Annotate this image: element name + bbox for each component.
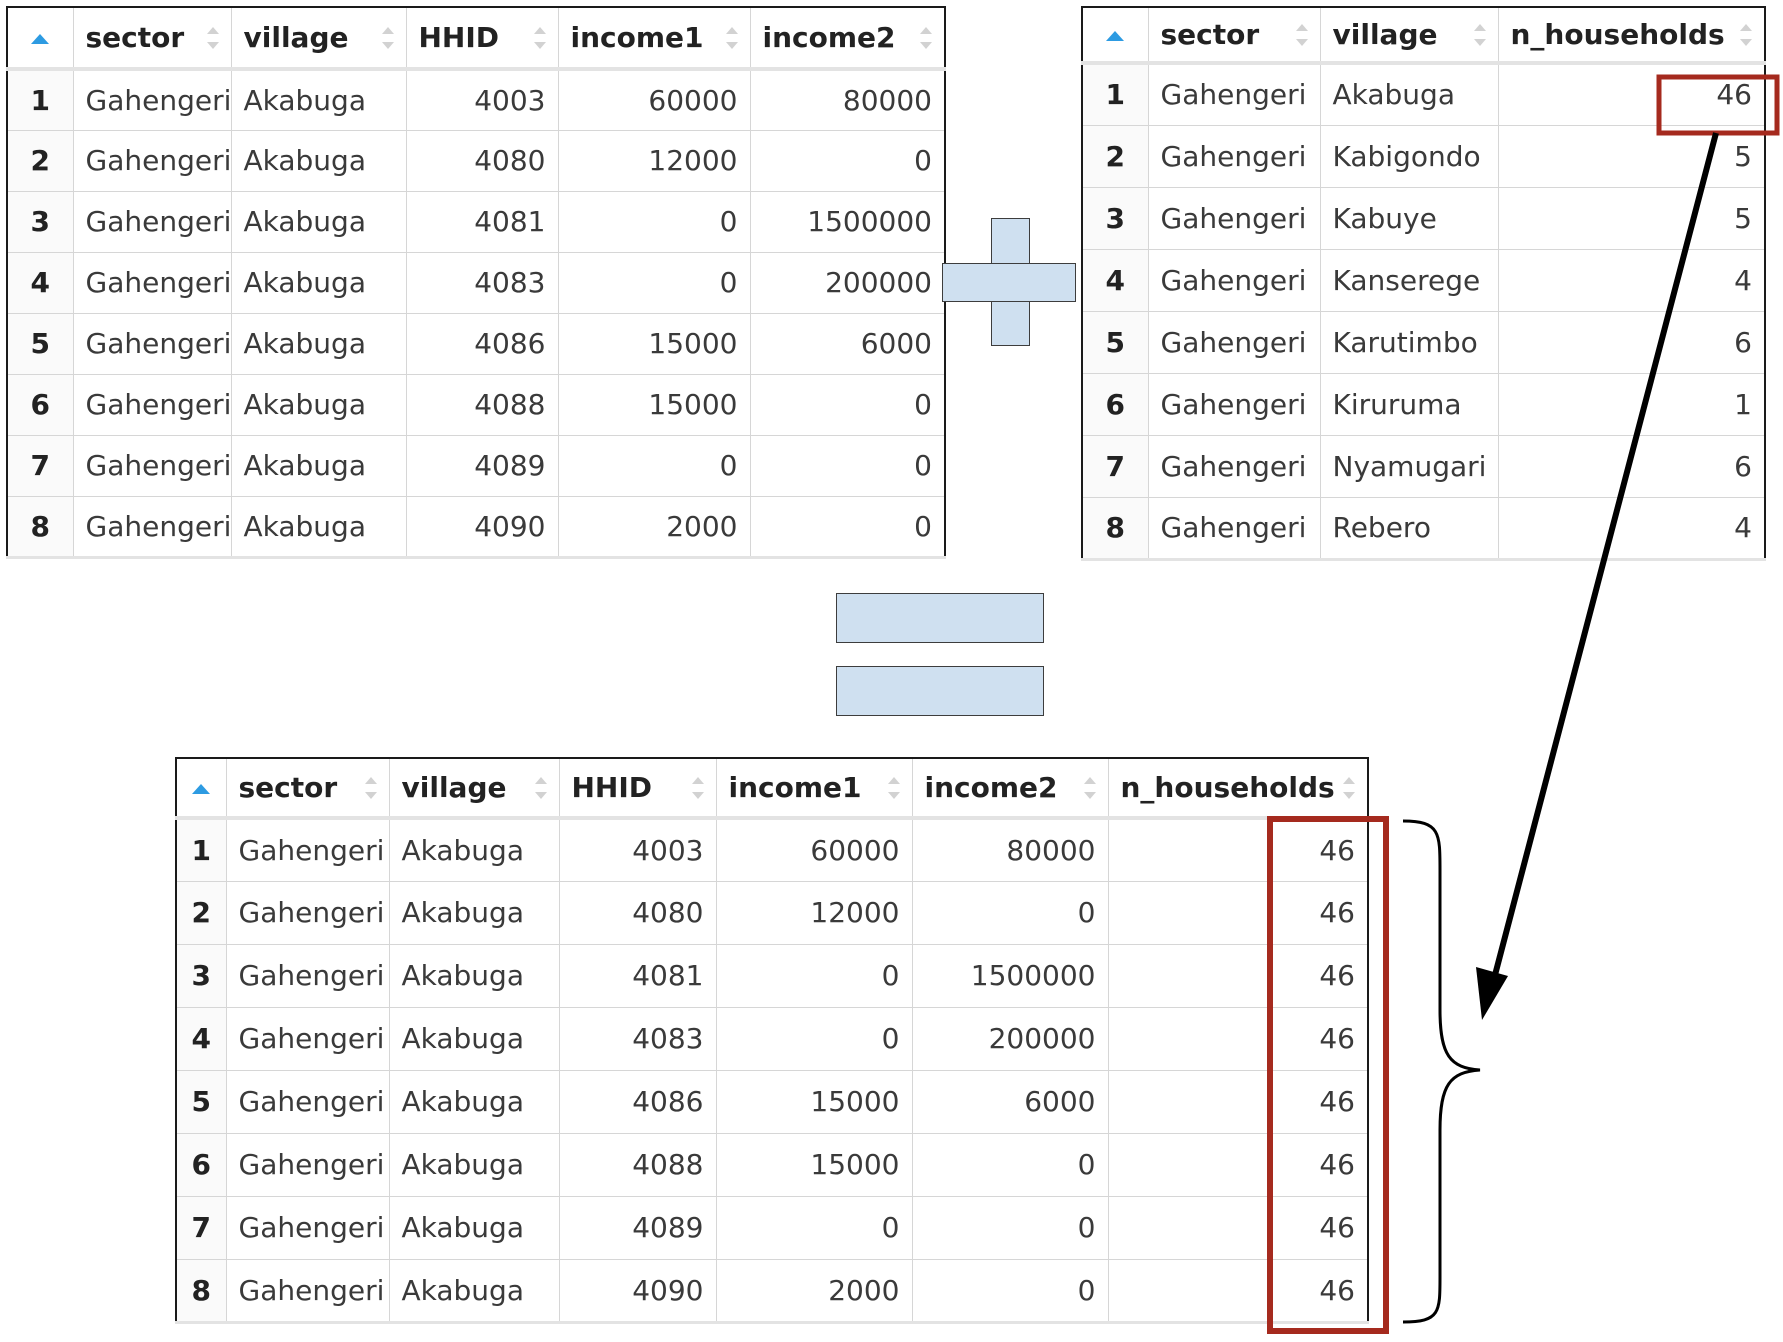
arrowhead-icon — [1476, 967, 1508, 1020]
annotation-overlay — [1267, 74, 1780, 1334]
curly-brace-icon — [1402, 819, 1481, 1324]
highlight-box-result — [1267, 816, 1389, 1334]
join-arrow — [1492, 132, 1719, 976]
highlight-box-source — [1656, 74, 1780, 136]
